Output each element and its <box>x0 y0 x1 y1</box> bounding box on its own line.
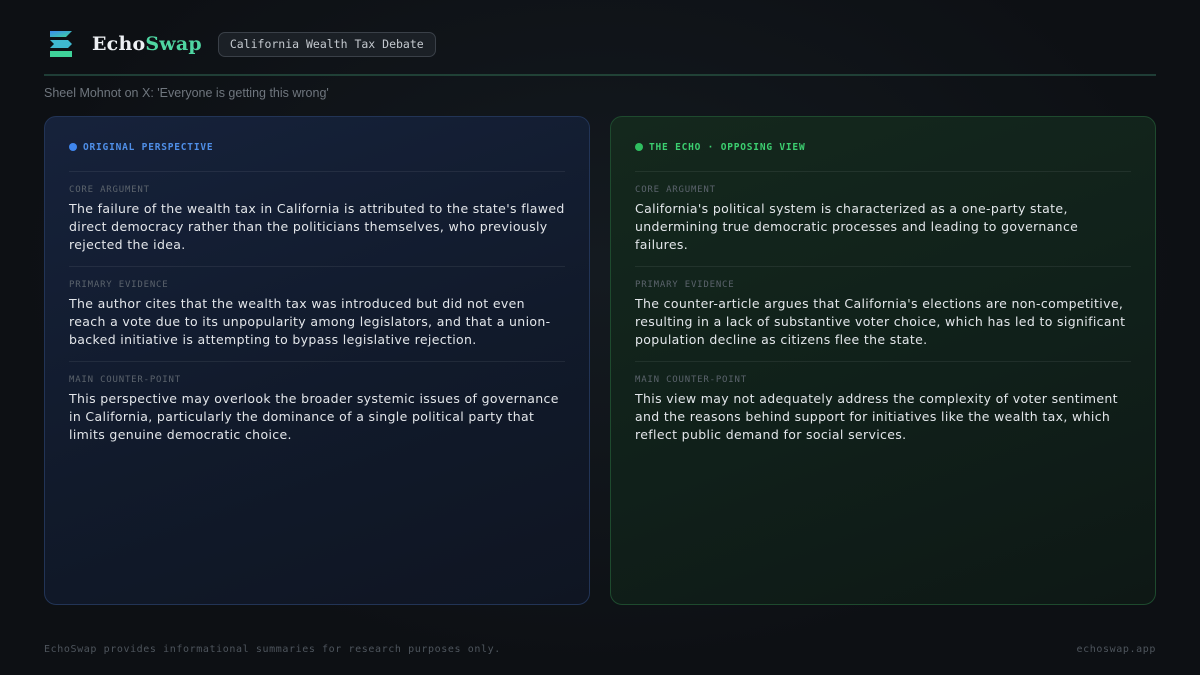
original-perspective-panel: ORIGINAL PERSPECTIVE CORE ARGUMENT The f… <box>44 116 590 605</box>
section-text: The counter-article argues that Californ… <box>635 296 1126 347</box>
footer-site-link[interactable]: echoswap.app <box>1077 644 1156 655</box>
original-primary-evidence: PRIMARY EVIDENCE The author cites that t… <box>69 266 565 349</box>
section-text: This perspective may overlook the broade… <box>69 391 559 442</box>
blue-dot-icon <box>69 143 77 151</box>
original-core-argument: CORE ARGUMENT The failure of the wealth … <box>69 171 565 254</box>
section-label: PRIMARY EVIDENCE <box>69 280 169 290</box>
original-main-counter-point: MAIN COUNTER-POINT This perspective may … <box>69 361 565 444</box>
section-label: MAIN COUNTER-POINT <box>69 375 181 385</box>
section-label: MAIN COUNTER-POINT <box>635 375 747 385</box>
echo-core-argument: CORE ARGUMENT California's political sys… <box>635 171 1131 254</box>
brand-name[interactable]: EchoSwap <box>92 33 202 55</box>
section-label: CORE ARGUMENT <box>635 185 716 195</box>
section-text: The failure of the wealth tax in Califor… <box>69 201 565 252</box>
green-dot-icon <box>635 143 643 151</box>
section-text: The author cites that the wealth tax was… <box>69 296 551 347</box>
footer-disclaimer: EchoSwap provides informational summarie… <box>44 644 501 655</box>
original-heading-text: ORIGINAL PERSPECTIVE <box>83 141 214 153</box>
echo-primary-evidence: PRIMARY EVIDENCE The counter-article arg… <box>635 266 1131 349</box>
section-label: CORE ARGUMENT <box>69 185 150 195</box>
topic-badge: California Wealth Tax Debate <box>217 31 436 57</box>
source-line: Sheel Mohnot on X: 'Everyone is getting … <box>44 86 329 100</box>
header-divider <box>44 74 1156 76</box>
section-text: California's political system is charact… <box>635 201 1079 252</box>
echoswap-logo-icon <box>50 31 72 57</box>
section-text: This view may not adequately address the… <box>635 391 1118 442</box>
brand-part-swap: Swap <box>145 33 202 55</box>
original-panel-heading: ORIGINAL PERSPECTIVE <box>69 141 565 153</box>
echo-main-counter-point: MAIN COUNTER-POINT This view may not ade… <box>635 361 1131 444</box>
brand-part-echo: Echo <box>92 33 146 55</box>
header: EchoSwap California Wealth Tax Debate <box>44 26 1156 62</box>
section-label: PRIMARY EVIDENCE <box>635 280 735 290</box>
echo-panel-heading: THE ECHO · OPPOSING VIEW <box>635 141 1131 153</box>
echo-opposing-view-panel: THE ECHO · OPPOSING VIEW CORE ARGUMENT C… <box>610 116 1156 605</box>
echo-heading-text: THE ECHO · OPPOSING VIEW <box>649 141 806 153</box>
